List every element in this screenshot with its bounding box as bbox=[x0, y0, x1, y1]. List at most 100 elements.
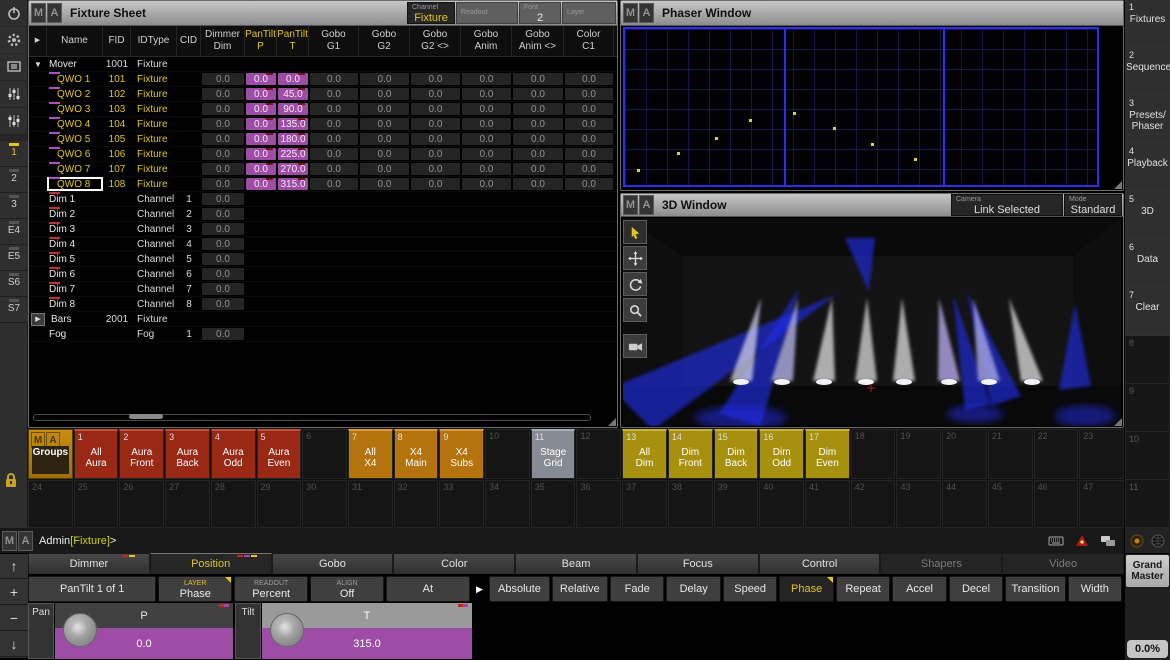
group-button-39[interactable]: 39 bbox=[714, 480, 759, 528]
cell-dimmer[interactable]: 0.0 bbox=[202, 193, 244, 205]
cell-idtype[interactable]: Fixture bbox=[131, 57, 177, 71]
cell-gobo[interactable] bbox=[309, 207, 359, 221]
group-button-26[interactable]: 26 bbox=[119, 480, 164, 528]
resize-handle[interactable] bbox=[1114, 181, 1122, 189]
cell-gobo[interactable] bbox=[309, 222, 359, 236]
cell-pan[interactable]: 0.0 bbox=[246, 148, 276, 160]
cell-dimmer[interactable]: 0.0 bbox=[202, 163, 244, 175]
cell-name[interactable]: QWO 6 bbox=[47, 147, 103, 161]
cell-name[interactable]: QWO 8 bbox=[47, 177, 103, 191]
group-button-17[interactable]: 17DimEven bbox=[805, 429, 850, 479]
cell-tilt[interactable]: 135.0 bbox=[278, 118, 308, 130]
tool-repeat[interactable]: Repeat bbox=[836, 576, 890, 602]
cell-pan[interactable]: 0.0 bbox=[246, 73, 276, 85]
cell-gobo[interactable]: 0.0 bbox=[310, 163, 358, 175]
cell-pan[interactable]: 0.0 bbox=[246, 133, 276, 145]
tool-fade[interactable]: Fade bbox=[610, 576, 664, 602]
view-button-3[interactable]: 3Presets/Phaser bbox=[1125, 96, 1170, 144]
cell-gobo[interactable] bbox=[359, 312, 410, 326]
cell-cid[interactable] bbox=[177, 177, 201, 191]
tab-shapers[interactable]: Shapers bbox=[880, 553, 1002, 575]
cell-gobo[interactable] bbox=[410, 267, 461, 281]
cell-gobo[interactable] bbox=[359, 267, 410, 281]
tool-speed[interactable]: Speed bbox=[723, 576, 777, 602]
cell-tilt[interactable] bbox=[277, 207, 309, 221]
table-row[interactable]: QWO 2102Fixture0.00.045.00.00.00.00.00.0… bbox=[29, 87, 617, 102]
cell-name[interactable]: Dim 5 bbox=[47, 252, 103, 266]
cell-tilt[interactable] bbox=[277, 252, 309, 266]
table-row[interactable]: QWO 5105Fixture0.00.0180.00.00.00.00.00.… bbox=[29, 132, 617, 147]
cell-cid[interactable]: 2 bbox=[177, 207, 201, 221]
cell-fid[interactable] bbox=[103, 267, 131, 281]
column-header-color[interactable]: ColorC1 bbox=[564, 26, 614, 56]
cell-gobo[interactable]: 0.0 bbox=[462, 163, 511, 175]
cell-gobo[interactable]: 0.0 bbox=[360, 163, 409, 175]
cell-tilt[interactable] bbox=[277, 327, 309, 341]
cell-gobo[interactable]: 0.0 bbox=[310, 118, 358, 130]
tool-accel[interactable]: Accel bbox=[892, 576, 946, 602]
cell-gobo[interactable] bbox=[309, 312, 359, 326]
column-header-name[interactable]: Name bbox=[47, 26, 103, 56]
cell-pan[interactable] bbox=[245, 57, 277, 71]
cell-gobo[interactable]: 0.0 bbox=[360, 178, 409, 190]
table-row[interactable]: QWO 4104Fixture0.00.0135.00.00.00.00.00.… bbox=[29, 117, 617, 132]
cell-gobo[interactable]: 0.0 bbox=[565, 103, 613, 115]
cell-pan[interactable]: 0.0 bbox=[246, 88, 276, 100]
group-button-19[interactable]: 19 bbox=[896, 429, 941, 479]
cell-cid[interactable]: 7 bbox=[177, 282, 201, 296]
group-button-1[interactable]: 1AllAura bbox=[74, 429, 119, 479]
cell-fid[interactable]: 107 bbox=[103, 162, 131, 176]
screen-view-button-1[interactable]: 1 bbox=[0, 141, 28, 167]
command-prompt[interactable]: Admin[Fixture]> bbox=[39, 535, 1046, 547]
cell-cid[interactable] bbox=[177, 87, 201, 101]
group-button-18[interactable]: 18 bbox=[851, 429, 896, 479]
view-button-7[interactable]: 7Clear bbox=[1125, 288, 1170, 336]
cell-dimmer[interactable]: 0.0 bbox=[202, 268, 244, 280]
titlebar-button-Percent[interactable]: Readout bbox=[456, 2, 518, 24]
view-button-10[interactable]: 10 bbox=[1125, 432, 1170, 480]
cell-gobo[interactable] bbox=[564, 327, 614, 341]
cell-cid[interactable]: 6 bbox=[177, 267, 201, 281]
cell-dimmer[interactable]: 0.0 bbox=[202, 253, 244, 265]
cell-gobo[interactable]: 0.0 bbox=[360, 133, 409, 145]
expand-down-icon[interactable]: ▼ bbox=[29, 57, 47, 71]
tool-absolute[interactable]: Absolute bbox=[489, 576, 549, 602]
group-button-22[interactable]: 22 bbox=[1034, 429, 1079, 479]
cell-tilt[interactable] bbox=[277, 282, 309, 296]
column-header-gobo[interactable]: GoboG2 <> bbox=[410, 26, 461, 56]
cell-gobo[interactable] bbox=[410, 222, 461, 236]
encoder-knob[interactable] bbox=[63, 613, 97, 647]
cell-tilt[interactable] bbox=[277, 192, 309, 206]
table-row[interactable]: Dim 2Channel20.0 bbox=[29, 207, 617, 222]
cell-dimmer[interactable]: 0.0 bbox=[202, 283, 244, 295]
cell-name[interactable]: QWO 2 bbox=[47, 87, 103, 101]
cell-gobo[interactable] bbox=[309, 237, 359, 251]
group-button-24[interactable]: 24 bbox=[28, 480, 73, 528]
select-arrow-tool-button[interactable] bbox=[623, 220, 647, 244]
cell-gobo[interactable] bbox=[461, 267, 512, 281]
cell-gobo[interactable] bbox=[564, 222, 614, 236]
encoder-knob[interactable] bbox=[270, 613, 304, 647]
cell-name[interactable]: Dim 7 bbox=[47, 282, 103, 296]
cell-gobo[interactable] bbox=[359, 297, 410, 311]
cell-cid[interactable] bbox=[177, 57, 201, 71]
group-button-8[interactable]: 8X4Main bbox=[394, 429, 439, 479]
cell-gobo[interactable] bbox=[512, 222, 564, 236]
cell-gobo[interactable] bbox=[410, 282, 461, 296]
cell-gobo[interactable]: 0.0 bbox=[462, 103, 511, 115]
cell-gobo[interactable] bbox=[512, 312, 564, 326]
table-row[interactable]: QWO 7107Fixture0.00.0270.00.00.00.00.00.… bbox=[29, 162, 617, 177]
cell-gobo[interactable] bbox=[309, 252, 359, 266]
cell-cid[interactable] bbox=[177, 162, 201, 176]
settings-button[interactable] bbox=[0, 27, 28, 54]
cell-gobo[interactable]: 0.0 bbox=[411, 118, 460, 130]
cell-gobo[interactable]: 0.0 bbox=[360, 118, 409, 130]
group-button-41[interactable]: 41 bbox=[805, 480, 850, 528]
group-button-11[interactable]: 11StageGrid bbox=[531, 429, 576, 479]
cell-gobo[interactable] bbox=[564, 267, 614, 281]
group-button-31[interactable]: 31 bbox=[348, 480, 393, 528]
tool-width[interactable]: Width bbox=[1068, 576, 1122, 602]
group-button-10[interactable]: 10 bbox=[485, 429, 530, 479]
cell-idtype[interactable]: Fixture bbox=[131, 312, 177, 326]
session-button[interactable] bbox=[1072, 533, 1092, 549]
